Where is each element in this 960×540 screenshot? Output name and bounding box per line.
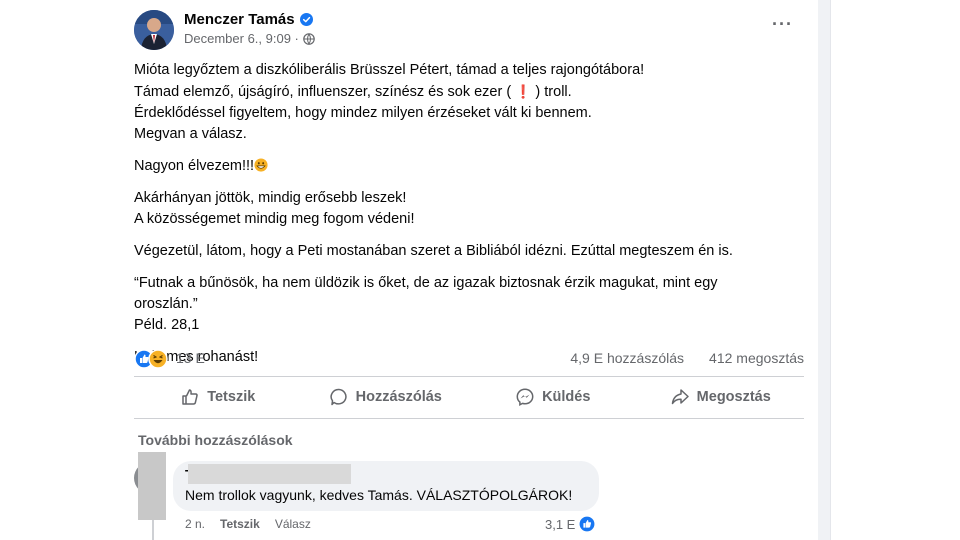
share-count[interactable]: 412 megosztás — [709, 350, 804, 366]
comment-count[interactable]: 4,9 E hozzászólás — [570, 350, 684, 366]
comment-label: Hozzászólás — [355, 389, 442, 405]
post-text-line: oroszlán.” — [134, 296, 198, 312]
redacted-name-block — [188, 464, 351, 484]
divider — [134, 418, 804, 419]
divider — [134, 376, 804, 377]
comment-reactions[interactable]: 3,1 E — [545, 515, 597, 533]
view-more-comments-link[interactable]: További hozzászólások — [138, 432, 293, 448]
like-reaction-icon — [578, 515, 597, 533]
post-options-button[interactable]: ··· — [772, 14, 793, 35]
share-label: Megosztás — [696, 389, 771, 405]
comment-age[interactable]: 2 n. — [185, 517, 205, 531]
post-meta: December 6., 9:09 · — [184, 31, 315, 46]
post-text-line: “Futnak a bűnösök, ha nem üldözik is őke… — [134, 275, 718, 291]
author-name-row: Menczer Tamás — [184, 11, 313, 28]
feed-gutter — [818, 0, 830, 540]
send-label: Küldés — [542, 389, 591, 405]
author-name[interactable]: Menczer Tamás — [184, 11, 295, 28]
post-text-line: Támad elemző, újságíró, influenszer, szí… — [134, 84, 572, 100]
reaction-icons[interactable] — [134, 349, 174, 369]
post-text-line: Akárhányan jöttök, mindig erősebb leszek… — [134, 190, 407, 206]
post-text-line: Végezetül, látom, hogy a Peti mostanában… — [134, 243, 733, 259]
thumbs-up-icon — [182, 389, 198, 405]
post-time[interactable]: December 6., 9:09 · — [184, 31, 299, 46]
feed-border — [830, 0, 831, 540]
post-body: Mióta legyőztem a diszkóliberális Brüssz… — [134, 60, 799, 368]
comment-bubble-icon — [330, 388, 347, 406]
send-button[interactable]: Küldés — [469, 380, 637, 414]
haha-reaction-icon — [148, 349, 168, 369]
comment-text: Nem trollok vagyunk, kedves Tamás. VÁLAS… — [185, 487, 573, 503]
like-button[interactable]: Tetszik — [134, 380, 302, 414]
post-text-line: Érdeklődéssel figyeltem, hogy mindez mil… — [134, 105, 592, 121]
grinning-emoji-icon — [254, 158, 268, 172]
post-text-line: Mióta legyőztem a diszkóliberális Brüssz… — [134, 62, 645, 78]
author-avatar[interactable] — [134, 10, 174, 50]
reaction-count[interactable]: 13 E — [176, 350, 205, 366]
share-button[interactable]: Megosztás — [637, 380, 805, 414]
comment-reaction-count: 3,1 E — [545, 516, 576, 532]
comment-like-button[interactable]: Tetszik — [220, 517, 260, 531]
post-action-bar: Tetszik Hozzászólás Küldés Megosztás — [134, 380, 804, 414]
page-background — [0, 0, 118, 540]
exclamation-emoji-icon: ❗ — [515, 84, 532, 99]
post-text-line: Péld. 28,1 — [134, 317, 200, 333]
comment-button[interactable]: Hozzászólás — [302, 380, 470, 414]
post-card: Menczer Tamás December 6., 9:09 · ··· Mi… — [118, 0, 818, 540]
comment-bubble: T Nem trollok vagyunk, kedves Tamás. VÁL… — [173, 461, 599, 511]
share-arrow-icon — [671, 389, 689, 405]
post-text-line: Nagyon élvezem!!! — [134, 156, 799, 177]
verified-badge-icon — [299, 13, 313, 26]
reactions-summary: 13 E 4,9 E hozzászólás 412 megosztás — [134, 348, 804, 370]
comment-meta: 2 n. Tetszik Válasz — [185, 517, 311, 531]
redacted-avatar-block — [138, 452, 166, 520]
post-text-line: Megvan a válasz. — [134, 126, 247, 142]
messenger-icon — [516, 388, 534, 407]
like-label: Tetszik — [207, 389, 256, 405]
post-text-line: A közösségemet mindig meg fogom védeni! — [134, 211, 415, 227]
comment-reply-button[interactable]: Válasz — [275, 517, 311, 531]
globe-icon — [303, 32, 315, 45]
